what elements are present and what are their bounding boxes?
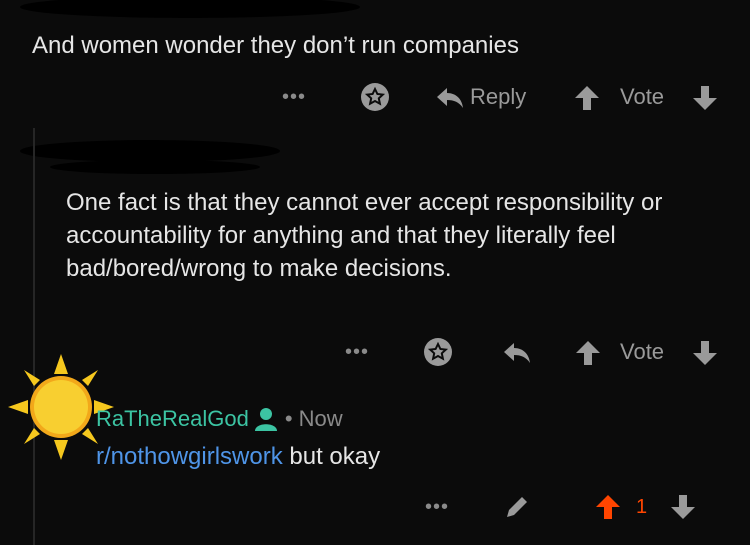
upvote-icon[interactable] xyxy=(575,340,601,366)
downvote-icon[interactable] xyxy=(692,85,718,111)
more-options-button[interactable]: ••• xyxy=(425,496,449,519)
reply-icon[interactable] xyxy=(436,86,464,110)
redaction-mark xyxy=(20,0,360,18)
reply-icon[interactable] xyxy=(503,341,531,365)
edit-pencil-icon[interactable] xyxy=(503,493,531,521)
subreddit-link[interactable]: r/nothowgirlswork xyxy=(96,443,283,470)
more-options-button[interactable]: ••• xyxy=(345,341,369,364)
upvote-icon[interactable] xyxy=(595,494,621,520)
comment-actions: ••• 1 xyxy=(425,492,725,524)
award-icon[interactable] xyxy=(360,82,390,112)
vote-label: Vote xyxy=(620,339,665,364)
timestamp: Now xyxy=(298,406,343,431)
user-profile-icon xyxy=(254,407,277,431)
award-icon[interactable] xyxy=(423,337,453,367)
separator-dot: • xyxy=(284,406,293,431)
more-options-button[interactable]: ••• xyxy=(282,86,306,109)
username[interactable]: RaTheRealGod xyxy=(96,406,249,432)
comment-body: And women wonder they don’t run companie… xyxy=(32,32,519,59)
vote-label: Vote xyxy=(620,84,665,109)
comment-header: RaTheRealGod • Now xyxy=(96,406,343,432)
upvote-icon[interactable] xyxy=(574,85,600,111)
comment-text: but okay xyxy=(282,443,381,470)
comment-actions: ••• Reply Vote xyxy=(282,82,722,114)
redaction-mark xyxy=(50,160,260,174)
reply-button[interactable]: Reply xyxy=(470,84,526,110)
comment-actions: ••• Vote xyxy=(345,337,725,369)
downvote-icon[interactable] xyxy=(670,494,696,520)
score-count: 1 xyxy=(636,496,648,518)
thread-line[interactable] xyxy=(33,128,35,545)
comment-body: One fact is that they cannot ever accept… xyxy=(66,189,663,282)
comment-body: r/nothowgirlswork but okay xyxy=(96,443,380,471)
redaction-mark xyxy=(20,140,280,162)
downvote-icon[interactable] xyxy=(692,340,718,366)
